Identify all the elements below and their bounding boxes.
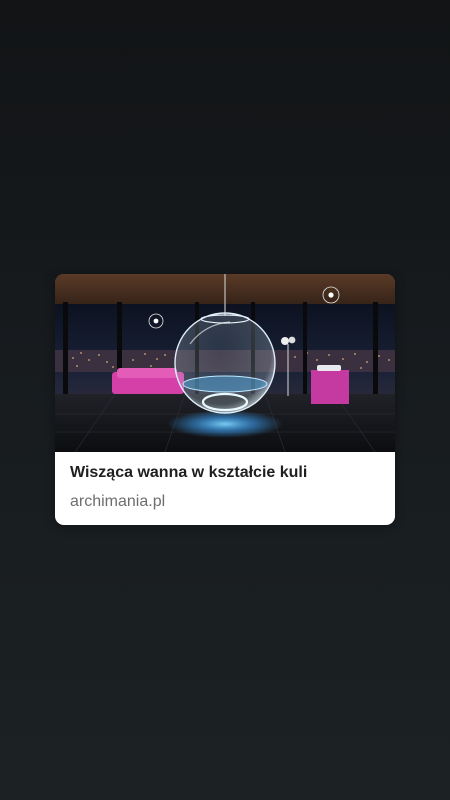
preview-source-domain: archimania.pl (70, 493, 166, 510)
preview-title[interactable]: Wisząca wanna w kształcie kuli (70, 452, 380, 484)
bathroom-photo (55, 274, 395, 452)
screen: { "link_preview": { "image_alt": "Wisząc… (0, 0, 450, 800)
preview-image[interactable] (55, 274, 395, 452)
preview-text: Wisząca wanna w kształcie kuli archimani… (55, 452, 395, 512)
link-preview-card[interactable]: Wisząca wanna w kształcie kuli archimani… (55, 274, 395, 525)
